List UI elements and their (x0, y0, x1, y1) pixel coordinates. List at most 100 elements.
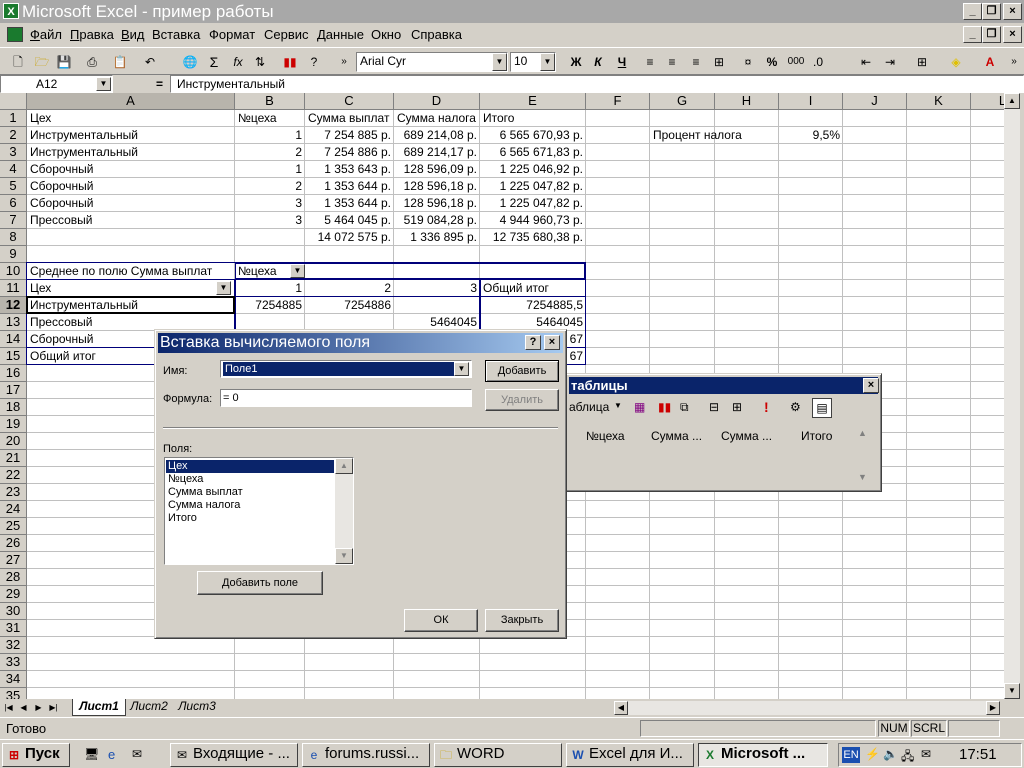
pivot-wizard-icon[interactable]: ⧉ (680, 398, 698, 416)
show-field-list-icon[interactable]: ▤ (812, 398, 832, 418)
row-header[interactable]: 31 (0, 620, 27, 637)
column-header[interactable]: J (843, 93, 907, 110)
decrease-decimal-icon[interactable]: .0 (808, 53, 828, 71)
column-header[interactable]: G (650, 93, 715, 110)
row-header[interactable]: 32 (0, 637, 27, 654)
undo-icon[interactable]: ↶ (140, 53, 160, 71)
bold-button[interactable]: Ж (566, 53, 586, 71)
close-button[interactable]: Закрыть (485, 609, 559, 632)
cell-g2[interactable]: Процент налога (650, 127, 780, 144)
field-item[interactable]: Сумма выплат (166, 486, 334, 499)
close-button[interactable]: × (1003, 3, 1022, 20)
hyperlink-icon[interactable]: 🌐 (180, 53, 200, 71)
align-center-icon[interactable]: ≡ (662, 53, 682, 71)
cell-e12[interactable]: 7254885,5 (480, 297, 586, 314)
doc-restore-button[interactable]: ❐ (982, 26, 1001, 43)
cell-a6[interactable]: Сборочный (27, 195, 235, 212)
cell-e4[interactable]: 1 225 046,92 р. (480, 161, 586, 178)
ok-button[interactable]: ОК (404, 609, 478, 632)
chevron-down-icon[interactable]: ▼ (492, 53, 507, 71)
row-header[interactable]: 30 (0, 603, 27, 620)
cell-a10[interactable]: Среднее по полю Сумма выплат (27, 263, 232, 280)
cell-d7[interactable]: 519 084,28 р. (394, 212, 480, 229)
cell-a12[interactable]: Инструментальный (27, 297, 235, 314)
outlook-icon[interactable]: ✉ (132, 747, 148, 763)
cell-d6[interactable]: 128 596,18 р. (394, 195, 480, 212)
column-header[interactable]: E (480, 93, 586, 110)
close-icon[interactable]: × (544, 335, 560, 350)
cell-c4[interactable]: 1 353 643 р. (305, 161, 394, 178)
row-header[interactable]: 13 (0, 314, 27, 331)
cell-d5[interactable]: 128 596,18 р. (394, 178, 480, 195)
cell-e6[interactable]: 1 225 047,82 р. (480, 195, 586, 212)
row-header[interactable]: 24 (0, 501, 27, 518)
menu-view[interactable]: Вид (121, 27, 145, 42)
dialog-title-bar[interactable]: Вставка вычисляемого поля ? × (158, 333, 563, 353)
network-icon[interactable]: 🖧 (901, 747, 914, 768)
clock[interactable]: 17:51 (959, 746, 997, 763)
first-sheet-icon[interactable]: |◀ (2, 701, 15, 715)
cell-e7[interactable]: 4 944 960,73 р. (480, 212, 586, 229)
pivot-toolbar-title[interactable]: таблицы (569, 377, 878, 394)
print-icon[interactable]: ⎙ (82, 53, 102, 71)
row-header[interactable]: 9 (0, 246, 27, 263)
autosum-icon[interactable]: Σ (204, 53, 224, 71)
cell-d11[interactable]: 3 (394, 280, 480, 297)
row-header[interactable]: 15 (0, 348, 27, 365)
refresh-icon[interactable]: ! (764, 398, 782, 416)
cell-b2[interactable]: 1 (235, 127, 305, 144)
field-item[interactable]: Итого (166, 512, 334, 525)
cell-d4[interactable]: 128 596,09 р. (394, 161, 480, 178)
cell-c5[interactable]: 1 353 644 р. (305, 178, 394, 195)
cell-e1[interactable]: Итого (480, 110, 586, 127)
vertical-scrollbar[interactable]: ▲ ▼ (1004, 93, 1020, 699)
sheet-tab-3[interactable]: Лист3 (174, 699, 220, 716)
fields-listbox[interactable]: Цех №цеха Сумма выплат Сумма налога Итог… (164, 457, 354, 565)
column-header[interactable]: I (779, 93, 843, 110)
cell-c11[interactable]: 2 (305, 280, 394, 297)
column-header[interactable]: D (394, 93, 480, 110)
underline-button[interactable]: Ч (612, 53, 632, 71)
formula-input[interactable]: = 0 (220, 389, 472, 407)
row-header[interactable]: 20 (0, 433, 27, 450)
taskbar-item[interactable]: e forums.russi... (302, 743, 430, 767)
cell-a4[interactable]: Сборочный (27, 161, 235, 178)
antivirus-icon[interactable]: ⚡ (865, 747, 880, 761)
workbook-icon[interactable] (7, 27, 23, 42)
cell-d3[interactable]: 689 214,17 р. (394, 144, 480, 161)
taskbar-item[interactable]: W Excel для И... (566, 743, 694, 767)
name-combo[interactable]: Поле1 ▼ (220, 360, 472, 378)
excel-icon[interactable]: X (3, 3, 19, 19)
cell-i2[interactable]: 9,5% (779, 127, 843, 144)
row-header[interactable]: 14 (0, 331, 27, 348)
taskbar-item[interactable]: 🗀 WORD (434, 743, 562, 767)
cell-b12[interactable]: 7254885 (235, 297, 305, 314)
sort-icon[interactable]: ⇅ (250, 53, 270, 71)
row-header[interactable]: 11 (0, 280, 27, 297)
add-button[interactable]: Добавить (485, 360, 559, 382)
format-report-icon[interactable]: ▦ (634, 398, 652, 416)
show-detail-icon[interactable]: ⊞ (732, 398, 750, 416)
cell-d1[interactable]: Сумма налога (394, 110, 480, 127)
language-indicator[interactable]: EN (842, 747, 860, 763)
cell-c8[interactable]: 14 072 575 р. (305, 229, 394, 246)
font-name-combo[interactable]: Arial Cyr ▼ (356, 52, 508, 72)
mail-icon[interactable]: ✉ (921, 747, 931, 761)
field-settings-icon[interactable]: ⚙ (790, 398, 808, 416)
row-header[interactable]: 22 (0, 467, 27, 484)
new-icon[interactable]: 🗋 (8, 53, 28, 71)
menu-help[interactable]: Справка (411, 27, 462, 42)
more-buttons-icon[interactable]: » (1004, 53, 1024, 71)
cell-b4[interactable]: 1 (235, 161, 305, 178)
close-icon[interactable]: × (863, 378, 879, 393)
doc-minimize-button[interactable]: _ (963, 26, 982, 43)
help-icon[interactable]: ? (525, 335, 541, 350)
pivot-field-button[interactable]: Сумма ... (721, 429, 772, 443)
column-header[interactable]: A (27, 93, 235, 110)
scroll-down-icon[interactable]: ▼ (335, 548, 353, 564)
row-header[interactable]: 8 (0, 229, 27, 246)
column-header[interactable]: F (586, 93, 650, 110)
internet-explorer-icon[interactable]: e (108, 747, 124, 763)
function-icon[interactable]: fx (228, 53, 248, 71)
pivot-field-dropdown[interactable]: ▼ (216, 281, 231, 295)
